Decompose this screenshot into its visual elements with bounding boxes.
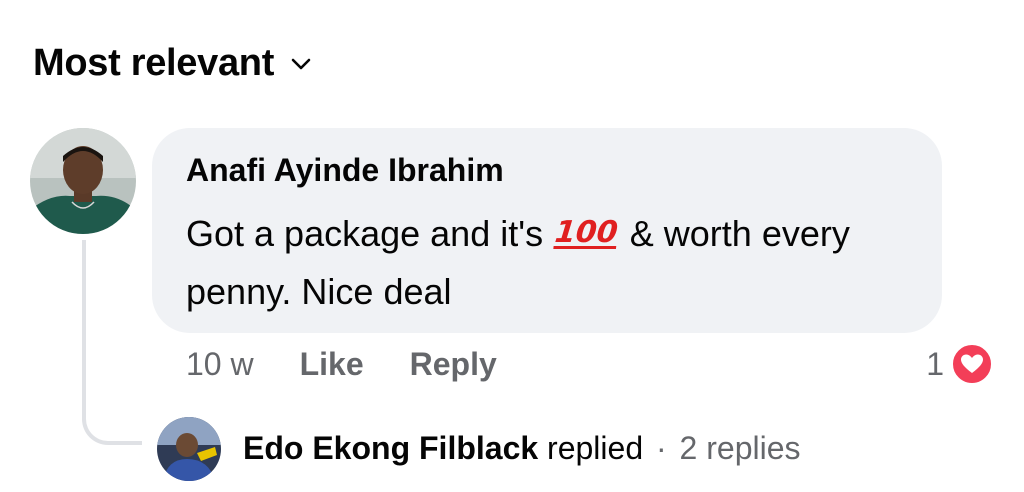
reply-button[interactable]: Reply (410, 346, 497, 383)
avatar[interactable] (30, 128, 136, 234)
reaction-summary[interactable]: 1 (926, 342, 994, 386)
comment-bubble: Anafi Ayinde Ibrahim Got a package and i… (152, 128, 942, 333)
comments-section: Most relevant Anafi Ayinde Ibrahim Got a… (0, 0, 1024, 492)
sort-label: Most relevant (33, 42, 275, 84)
comment-text: Got a package and it's 100 & worth every… (186, 204, 912, 321)
reply-verb: replied (547, 430, 644, 466)
view-replies-link[interactable]: Edo Ekong Filblack replied · 2 replies (243, 428, 801, 468)
like-button[interactable]: Like (300, 346, 364, 383)
sort-dropdown[interactable]: Most relevant (33, 42, 312, 85)
comment-timestamp[interactable]: 10 w (186, 346, 254, 383)
reply-count: 2 replies (679, 430, 801, 466)
reaction-count: 1 (926, 345, 944, 382)
comment-author[interactable]: Anafi Ayinde Ibrahim (186, 150, 504, 190)
separator-dot: · (656, 430, 667, 466)
love-reaction-icon (950, 342, 994, 386)
comment-actions: 10 w Like Reply (186, 346, 497, 383)
thread-connector-line (82, 240, 142, 445)
reply-avatar[interactable] (157, 417, 221, 481)
comment-text-start: Got a package and it's (186, 213, 544, 254)
chevron-down-icon (290, 53, 312, 75)
reply-author-name: Edo Ekong Filblack (243, 430, 539, 466)
hundred-points-emoji: 100 (553, 215, 620, 250)
